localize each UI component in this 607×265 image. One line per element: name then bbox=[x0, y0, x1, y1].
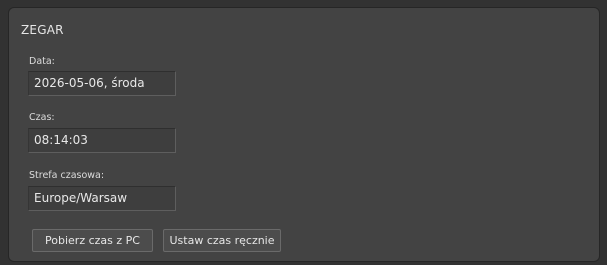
time-label: Czas: bbox=[29, 112, 55, 123]
timezone-field[interactable]: Europe/Warsaw bbox=[28, 186, 176, 211]
timezone-label: Strefa czasowa: bbox=[29, 170, 105, 181]
time-field[interactable]: 08:14:03 bbox=[28, 128, 176, 153]
fetch-pc-time-button[interactable]: Pobierz czas z PC bbox=[32, 229, 153, 252]
date-field[interactable]: 2026-05-06, środa bbox=[28, 71, 176, 96]
panel-title: ZEGAR bbox=[21, 23, 64, 37]
set-time-manually-button[interactable]: Ustaw czas ręcznie bbox=[163, 229, 281, 252]
date-label: Data: bbox=[29, 56, 55, 67]
